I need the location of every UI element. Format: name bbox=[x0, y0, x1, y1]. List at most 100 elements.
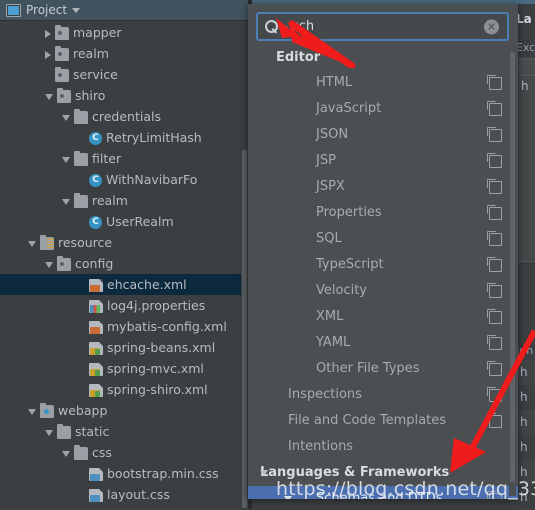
tree-row-label: realm bbox=[73, 46, 109, 61]
result-item[interactable]: JSPX bbox=[248, 174, 518, 200]
folder-icon bbox=[74, 151, 88, 166]
tree-row[interactable]: credentials bbox=[0, 106, 241, 127]
chevron-down-icon[interactable] bbox=[45, 93, 53, 100]
copy-icon[interactable] bbox=[486, 334, 502, 350]
tree-row[interactable]: spring-mvc.xml bbox=[0, 358, 241, 379]
watermark-text: https://blog.csdn.net/qq_33718794 bbox=[276, 478, 535, 500]
result-item[interactable]: Intentions bbox=[248, 434, 518, 460]
tree-row[interactable]: C RetryLimitHash bbox=[0, 127, 241, 148]
result-item-label: HTML bbox=[316, 75, 353, 90]
result-item[interactable]: JSON bbox=[248, 122, 518, 148]
copy-icon[interactable] bbox=[486, 360, 502, 376]
tree-row[interactable]: css bbox=[0, 442, 241, 463]
result-item[interactable]: Other File Types bbox=[248, 356, 518, 382]
search-results-scrollbar[interactable] bbox=[509, 48, 516, 496]
tree-row[interactable]: layout.css bbox=[0, 484, 241, 505]
chevron-down-icon[interactable] bbox=[281, 26, 287, 30]
copy-icon[interactable] bbox=[486, 152, 502, 168]
chevron-down-icon[interactable] bbox=[62, 156, 70, 163]
tree-row[interactable]: config bbox=[0, 253, 241, 274]
result-item[interactable]: JSP bbox=[248, 148, 518, 174]
chevron-down-icon[interactable] bbox=[260, 470, 268, 476]
chevron-right-icon[interactable] bbox=[45, 50, 51, 59]
search-results-list[interactable]: Editor HTML JavaScript JSON JSP JSPX Propertie… bbox=[248, 46, 518, 499]
folder-icon bbox=[55, 46, 69, 61]
copy-icon[interactable] bbox=[486, 412, 502, 428]
tree-row-label: UserRealm bbox=[106, 214, 174, 229]
tree-row[interactable]: ehcache.xml bbox=[0, 274, 241, 295]
project-tree[interactable]: mapper realm service shiro credentials C Retry… bbox=[0, 22, 241, 509]
tree-row-label: shiro bbox=[75, 88, 106, 103]
search-input[interactable]: sch ✕ bbox=[256, 12, 509, 41]
folder-icon bbox=[74, 109, 88, 124]
tree-row[interactable]: shiro bbox=[0, 85, 241, 106]
copy-icon[interactable] bbox=[486, 282, 502, 298]
copy-icon[interactable] bbox=[486, 256, 502, 272]
tree-row[interactable]: resource bbox=[0, 232, 241, 253]
tree-row[interactable]: webapp bbox=[0, 400, 241, 421]
chevron-down-icon[interactable] bbox=[62, 198, 70, 205]
tree-row[interactable]: service bbox=[0, 64, 241, 85]
tree-row[interactable]: mybatis-config.xml bbox=[0, 316, 241, 337]
tree-row-label: spring-beans.xml bbox=[107, 340, 216, 355]
tree-row[interactable]: mapper bbox=[0, 22, 241, 43]
chevron-down-icon[interactable] bbox=[28, 240, 36, 247]
folder-icon bbox=[55, 25, 69, 40]
scrollbar-thumb[interactable] bbox=[510, 52, 515, 482]
copy-icon[interactable] bbox=[486, 74, 502, 90]
tree-row[interactable]: static bbox=[0, 421, 241, 442]
tree-row[interactable]: realm bbox=[0, 190, 241, 211]
result-item[interactable]: Inspections bbox=[248, 382, 518, 408]
chevron-down-icon[interactable] bbox=[28, 408, 36, 415]
tree-row-label: css bbox=[92, 445, 112, 460]
scrollbar-thumb[interactable] bbox=[242, 150, 247, 508]
copy-icon[interactable] bbox=[486, 126, 502, 142]
result-item[interactable]: HTML bbox=[248, 70, 518, 96]
result-item[interactable]: SQL bbox=[248, 226, 518, 252]
tree-row[interactable]: filter bbox=[0, 148, 241, 169]
webapp-folder-icon bbox=[40, 403, 54, 418]
chevron-down-icon[interactable] bbox=[62, 114, 70, 121]
table-row[interactable]: h bbox=[515, 76, 535, 97]
result-item-label: Properties bbox=[316, 205, 382, 220]
file-badge bbox=[90, 474, 100, 481]
tree-row-label: WithNavibarFo bbox=[106, 172, 198, 187]
copy-icon[interactable] bbox=[486, 204, 502, 220]
result-item[interactable]: XML bbox=[248, 304, 518, 330]
result-item-label: XML bbox=[316, 309, 344, 324]
tree-row[interactable]: C WithNavibarFo bbox=[0, 169, 241, 190]
file-properties-icon bbox=[89, 300, 103, 313]
project-tree-scrollbar[interactable] bbox=[241, 22, 248, 509]
result-group-header: Editor bbox=[248, 46, 518, 70]
chevron-right-icon[interactable] bbox=[45, 29, 51, 38]
result-item[interactable]: File and Code Templates bbox=[248, 408, 518, 434]
chevron-down-icon[interactable] bbox=[45, 261, 53, 268]
copy-icon[interactable] bbox=[486, 308, 502, 324]
result-item[interactable]: Velocity bbox=[248, 278, 518, 304]
tree-row[interactable]: C UserRealm bbox=[0, 211, 241, 232]
result-item[interactable]: YAML bbox=[248, 330, 518, 356]
chevron-down-icon[interactable] bbox=[72, 7, 81, 13]
tree-row[interactable]: spring-beans.xml bbox=[0, 337, 241, 358]
copy-icon[interactable] bbox=[486, 178, 502, 194]
result-item[interactable]: JavaScript bbox=[248, 96, 518, 122]
tree-row[interactable]: log4j.properties bbox=[0, 295, 241, 316]
resources-folder-icon bbox=[40, 235, 54, 250]
copy-icon[interactable] bbox=[486, 100, 502, 116]
chevron-down-icon[interactable] bbox=[62, 450, 70, 457]
clear-icon[interactable]: ✕ bbox=[484, 19, 499, 34]
window-icon bbox=[6, 3, 21, 17]
tree-row[interactable]: realm bbox=[0, 43, 241, 64]
result-item[interactable]: TypeScript bbox=[248, 252, 518, 278]
search-input-value: sch bbox=[292, 19, 315, 34]
tree-row-label: mapper bbox=[73, 25, 122, 40]
chevron-down-icon[interactable] bbox=[45, 429, 53, 436]
tree-row[interactable]: spring-shiro.xml bbox=[0, 379, 241, 400]
project-tool-window: Project mapper realm service shiro credentia… bbox=[0, 0, 248, 509]
copy-icon[interactable] bbox=[486, 386, 502, 402]
project-tool-window-header[interactable]: Project bbox=[0, 0, 248, 21]
copy-icon[interactable] bbox=[486, 230, 502, 246]
tree-row[interactable]: bootstrap.min.css bbox=[0, 463, 241, 484]
result-item-label: TypeScript bbox=[316, 257, 384, 272]
result-item[interactable]: Properties bbox=[248, 200, 518, 226]
